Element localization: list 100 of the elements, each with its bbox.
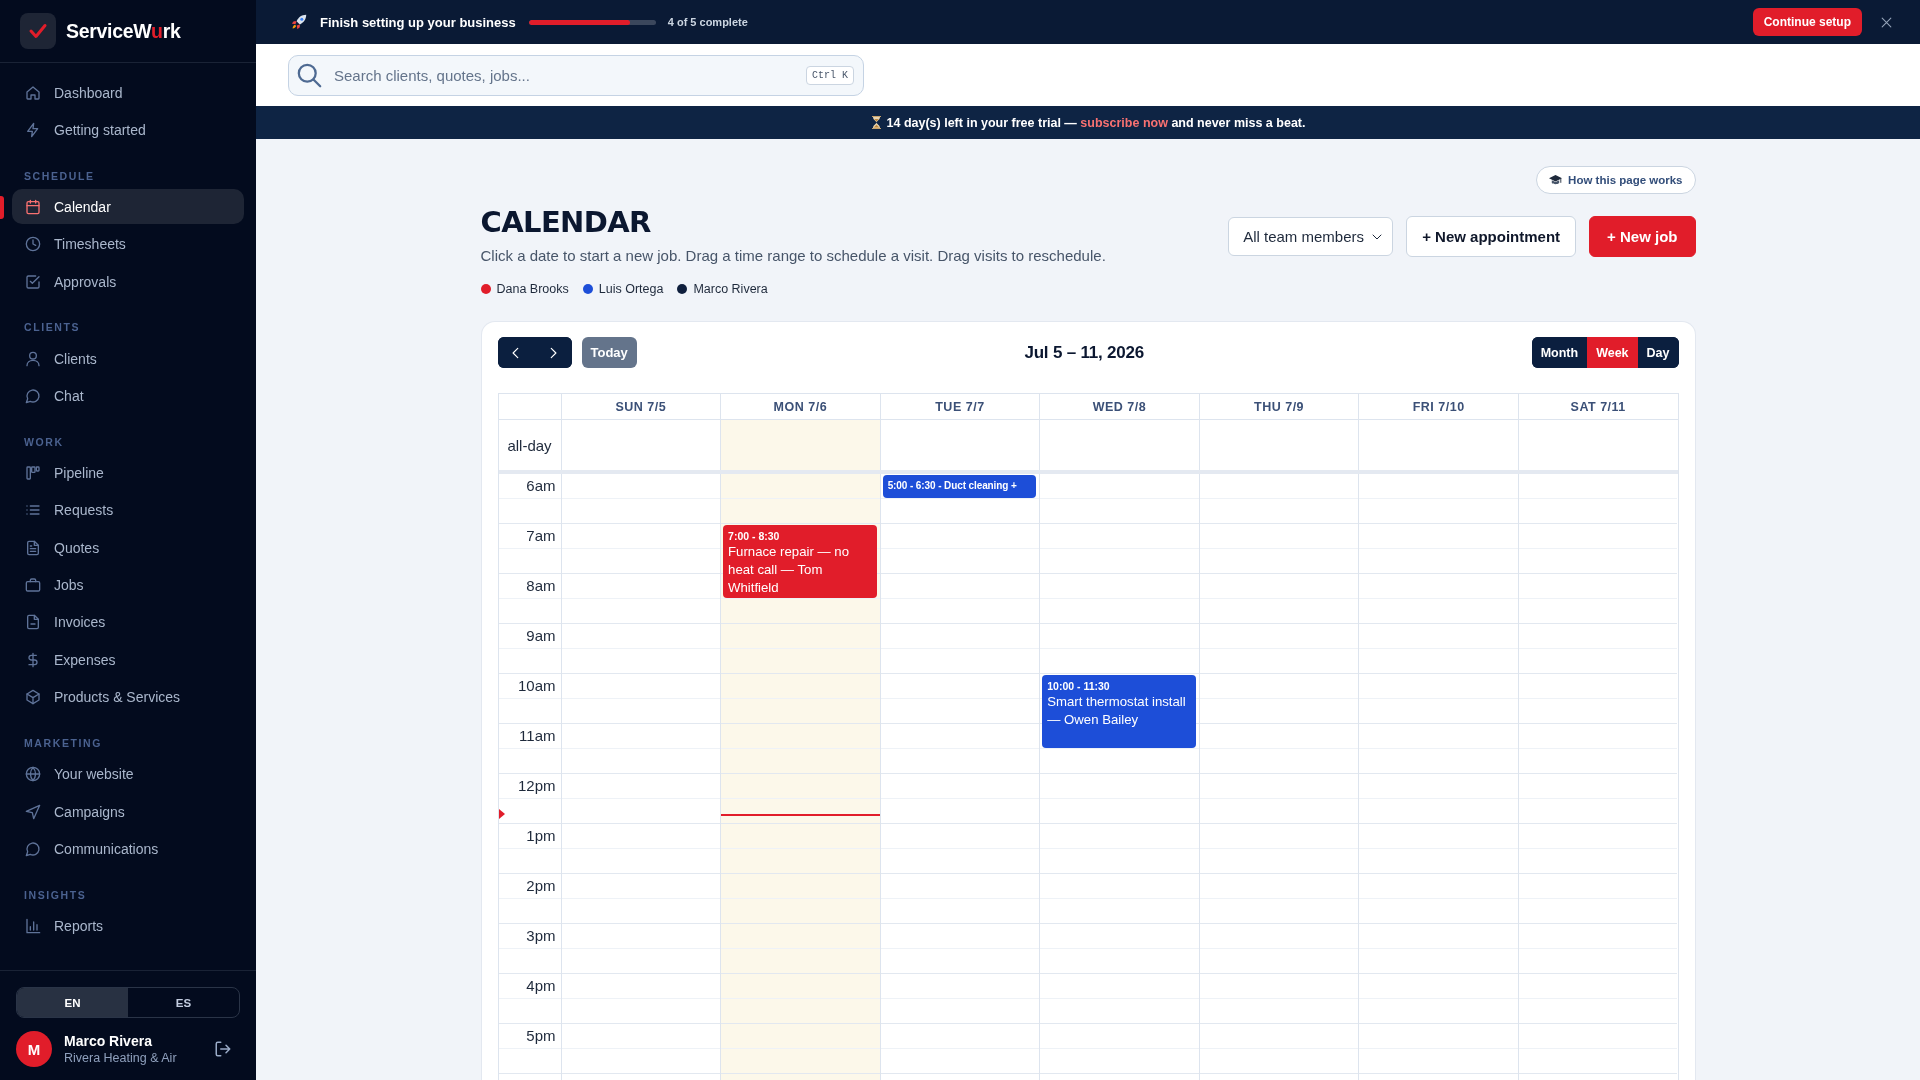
day-column[interactable]: 10:00 - 11:30 Smart thermostat install — Owen Bailey	[1039, 474, 1199, 1080]
day-header: SAT 7/11	[1570, 399, 1626, 414]
home-icon	[25, 84, 41, 101]
nav-item[interactable]: Reports	[12, 908, 244, 944]
user-name: Marco Rivera	[64, 1033, 152, 1049]
nav-item[interactable]: Campaigns	[12, 794, 244, 830]
nav-item[interactable]: Approvals	[12, 264, 244, 300]
language-option[interactable]: EN	[17, 988, 128, 1017]
nav-item[interactable]: Calendar	[12, 189, 244, 225]
person-icon	[25, 350, 41, 367]
hour-label: 10am	[517, 677, 556, 694]
hour-label: 11am	[519, 727, 556, 744]
continue-setup-button[interactable]: Continue setup	[1752, 8, 1862, 36]
day-header: THU 7/9	[1254, 399, 1305, 414]
subscribe-link[interactable]: subscribe now	[1080, 115, 1168, 130]
search-icon	[296, 61, 323, 89]
legend-label: Luis Ortega	[598, 282, 664, 296]
language-option[interactable]: ES	[128, 988, 239, 1017]
nav-item[interactable]: Invoices	[12, 605, 244, 640]
company-name: Rivera Heating & Air	[64, 1051, 177, 1065]
section-label: INSIGHTS	[24, 887, 87, 902]
day-header: MON 7/6	[773, 399, 828, 414]
team-filter-select[interactable]: All team members	[1228, 217, 1394, 256]
calendar-icon	[25, 198, 41, 215]
user-avatar: M	[16, 1031, 52, 1067]
rocket-icon	[291, 14, 307, 30]
document-icon	[25, 614, 41, 631]
calendar-event[interactable]: 10:00 - 11:30 Smart thermostat install — Owen Bailey	[1042, 675, 1196, 748]
day-column[interactable]	[560, 474, 721, 1080]
dollar-icon	[25, 651, 41, 668]
hour-label: 12pm	[517, 777, 556, 794]
kanban-icon	[25, 464, 41, 481]
active-indicator	[0, 196, 4, 220]
nav-item[interactable]: Chat	[12, 378, 244, 414]
hourglass-icon	[870, 116, 882, 129]
checkmark-logo-icon	[20, 13, 56, 49]
clock-icon	[25, 236, 41, 253]
checkbox-icon	[25, 273, 41, 290]
brand-name: ServiceWurk	[66, 19, 181, 43]
legend-label: Dana Brooks	[496, 282, 569, 296]
calendar-event[interactable]: 5:00 - 6:30 - Duct cleaning +	[882, 475, 1037, 498]
date-range-title: Jul 5 – 11, 2026	[1024, 342, 1145, 363]
today-button[interactable]: Today	[581, 337, 637, 368]
day-column[interactable]	[1358, 474, 1518, 1080]
globe-icon	[25, 766, 41, 783]
section-label: WORK	[24, 434, 64, 449]
day-header: TUE 7/7	[935, 399, 985, 414]
nav-item[interactable]: Products & Services	[12, 679, 244, 715]
day-header: SUN 7/5	[615, 399, 667, 414]
nav-item[interactable]: Your website	[12, 756, 244, 792]
nav-item[interactable]: Timesheets	[12, 226, 244, 262]
page-subtitle: Click a date to start a new job. Drag a time range to schedule a visit. Drag visits to reschedule.	[480, 246, 1106, 266]
hour-label: 5pm	[526, 1027, 556, 1044]
day-column[interactable]	[1517, 474, 1678, 1080]
legend-label: Marco Rivera	[693, 282, 768, 296]
chat-bubble-icon	[25, 388, 41, 405]
now-marker-icon	[498, 809, 505, 820]
cube-icon	[25, 689, 41, 706]
day-column[interactable]: 5:00 - 6:30 - Duct cleaning +	[879, 474, 1040, 1080]
nav-item[interactable]: Getting started	[12, 112, 244, 148]
hour-label: 7am	[526, 527, 556, 544]
day-column[interactable]: 7:00 - 8:30 Furnace repair — no heat call — Tom Whitfield	[720, 474, 880, 1080]
close-icon[interactable]	[1880, 15, 1893, 29]
progress-text: 4 of 5 complete	[667, 16, 748, 28]
new-appointment-button[interactable]: + New appointment	[1406, 216, 1577, 257]
nav-item[interactable]: Dashboard	[12, 75, 244, 111]
hour-label: 8am	[526, 577, 556, 594]
day-header: FRI 7/10	[1412, 399, 1465, 414]
trial-message: 14 day(s) left in your free trial — subscribe now and never miss a beat.	[886, 115, 1306, 130]
hour-label: 9am	[526, 627, 556, 644]
hour-label: 6am	[526, 477, 556, 494]
nav-item[interactable]: Requests	[12, 492, 244, 528]
calendar-event[interactable]: 7:00 - 8:30 Furnace repair — no heat call — Tom Whitfield	[723, 525, 877, 598]
section-label: CLIENTS	[24, 320, 81, 335]
day-header: WED 7/8	[1092, 399, 1147, 414]
paper-plane-icon	[25, 803, 41, 820]
nav-item[interactable]: Quotes	[12, 530, 244, 566]
document-icon	[25, 539, 41, 556]
bar-chart-icon	[25, 917, 41, 934]
how-this-page-works-button[interactable]: How this page works	[1536, 166, 1696, 194]
briefcase-icon	[25, 577, 41, 594]
nav-item[interactable]: Clients	[12, 341, 244, 377]
nav-item[interactable]: Jobs	[12, 567, 244, 603]
hour-label: 4pm	[526, 977, 556, 994]
page-title: CALENDAR	[480, 204, 651, 240]
nav-item[interactable]: Pipeline	[12, 455, 244, 491]
setup-title: Finish setting up your business	[320, 14, 516, 30]
graduation-cap-icon	[1549, 174, 1563, 186]
logout-icon[interactable]	[214, 1040, 232, 1058]
all-day-cell[interactable]	[720, 420, 880, 470]
day-column[interactable]	[1198, 474, 1359, 1080]
new-job-button[interactable]: + New job	[1589, 216, 1696, 257]
chat-bubble-icon	[25, 840, 41, 857]
section-label: SCHEDULE	[24, 168, 95, 183]
hour-label: 3pm	[526, 927, 556, 944]
view-tab[interactable]: Week	[1587, 337, 1638, 368]
nav-item[interactable]: Expenses	[12, 642, 244, 678]
lightning-icon	[25, 122, 41, 139]
section-label: MARKETING	[24, 735, 102, 750]
nav-item[interactable]: Communications	[12, 831, 244, 867]
